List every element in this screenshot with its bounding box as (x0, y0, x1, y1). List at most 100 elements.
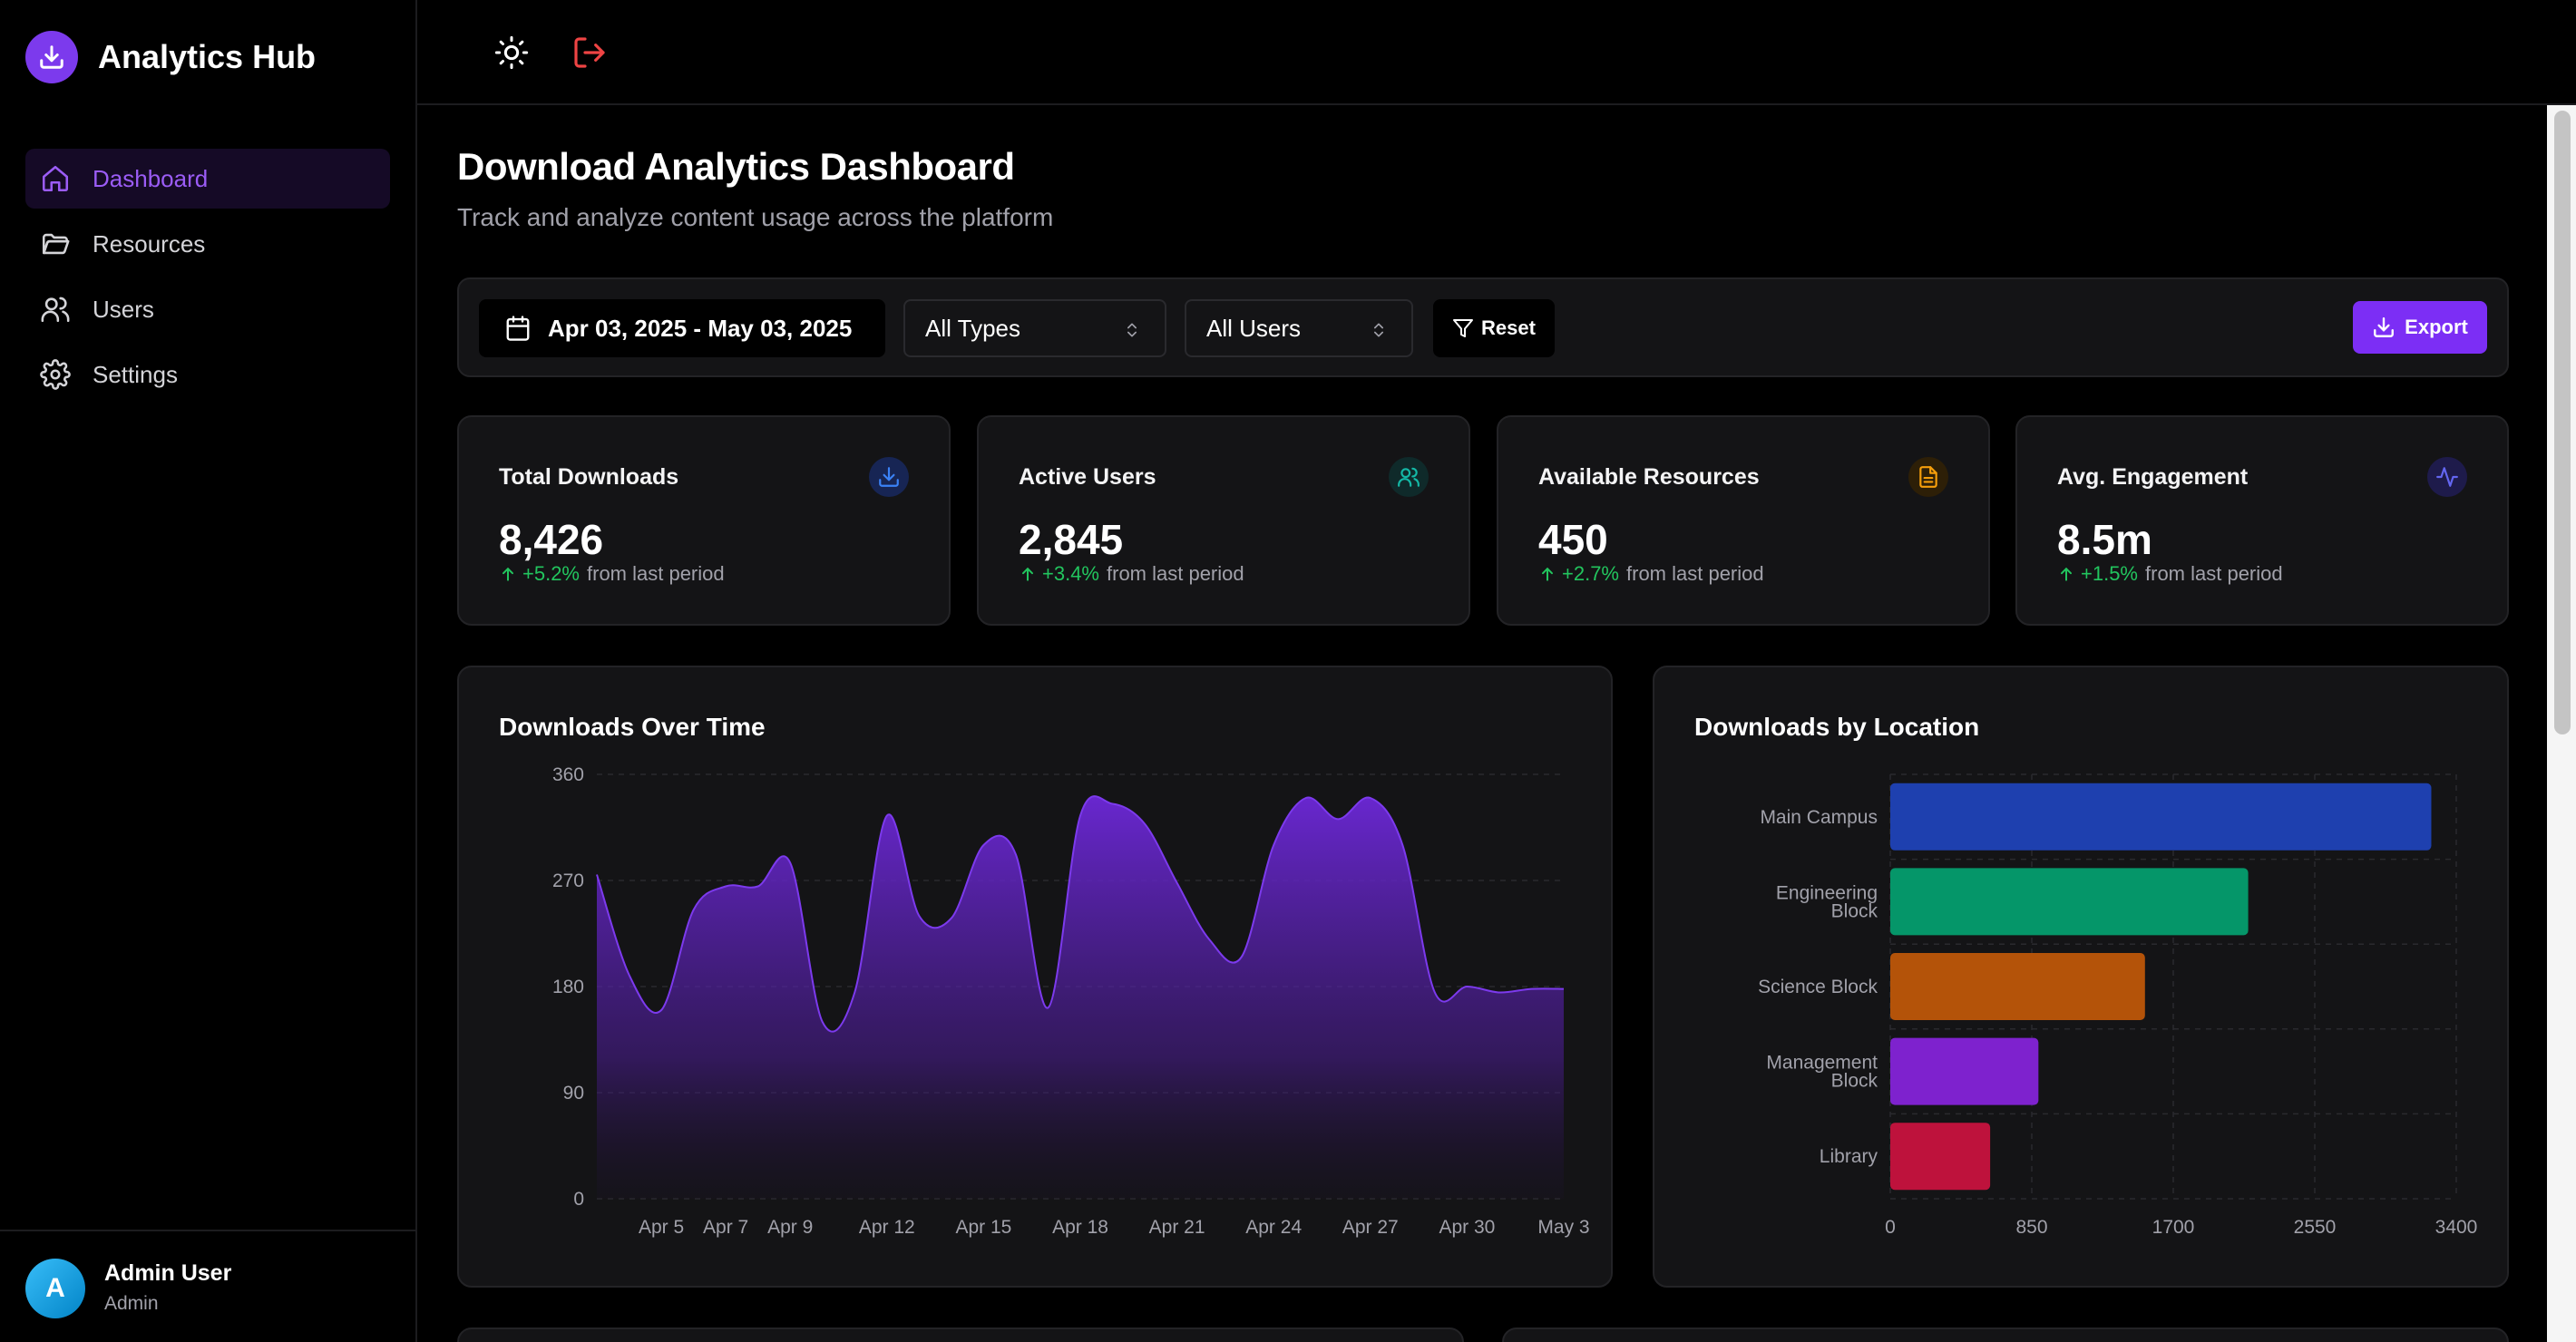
data-point[interactable] (852, 990, 857, 996)
sidebar-item-dashboard[interactable]: Dashboard (25, 149, 390, 209)
type-select-value: All Types (925, 314, 1021, 342)
data-point[interactable] (1078, 813, 1083, 819)
sidebar-item-label: Dashboard (93, 164, 209, 192)
downloads-by-location-card: Downloads by Location 0 850 1700 2550 3400 Ma… (1653, 666, 2509, 1288)
logout-icon[interactable] (571, 34, 608, 71)
app-title: Analytics Hub (98, 38, 317, 75)
sidebar-item-label: Resources (93, 229, 206, 258)
data-point[interactable] (1045, 1005, 1050, 1010)
data-point[interactable] (1400, 842, 1405, 848)
data-point[interactable] (723, 884, 728, 890)
stat-card-total-downloads: Total Downloads 8,426 +5.2% from last pe… (457, 415, 951, 626)
data-point[interactable] (1110, 802, 1116, 807)
y-tick-label: Science Block (1758, 977, 1878, 997)
stat-label: Available Resources (1538, 464, 1760, 490)
bar[interactable] (1890, 953, 2145, 1020)
scrollbar-thumb[interactable] (2554, 111, 2571, 734)
data-point[interactable] (1464, 984, 1469, 989)
data-point[interactable] (916, 913, 922, 919)
data-point[interactable] (1528, 987, 1534, 992)
stat-card-available-resources: Available Resources 450 +2.7% from last … (1497, 415, 1990, 626)
sidebar-item-label: Users (93, 295, 154, 323)
x-tick-label: 850 (2015, 1217, 2047, 1238)
reset-label: Reset (1481, 316, 1536, 339)
user-select[interactable]: All Users (1185, 299, 1413, 357)
data-point[interactable] (1303, 795, 1309, 801)
bar[interactable] (1890, 1037, 2039, 1105)
bar[interactable] (1890, 868, 2249, 936)
y-tick-label: 0 (573, 1189, 584, 1210)
stat-change-value: +2.7% (1562, 562, 1619, 585)
y-tick-label: Engineering Block (1776, 882, 1878, 921)
data-point[interactable] (756, 884, 761, 890)
data-point[interactable] (691, 908, 697, 913)
x-tick-label: Apr 12 (859, 1217, 915, 1238)
sidebar-item-label: Settings (93, 360, 178, 388)
type-select[interactable]: All Types (903, 299, 1166, 357)
data-point[interactable] (1335, 816, 1341, 822)
stat-change-suffix: from last period (587, 562, 725, 585)
user-profile[interactable]: A Admin User Admin (0, 1230, 415, 1342)
area-chart: 0 90 180 270 360 Apr 5 Apr 7 Apr 9 Apr 12 Apr 15 A… (552, 764, 1590, 1238)
user-name: Admin User (104, 1260, 232, 1286)
filter-icon (1453, 319, 1474, 337)
stat-label: Active Users (1019, 464, 1156, 490)
file-icon (1908, 457, 1948, 497)
data-point[interactable] (884, 813, 890, 819)
stat-change-suffix: from last period (1107, 562, 1244, 585)
data-point[interactable] (1239, 955, 1244, 960)
data-point[interactable] (1561, 987, 1566, 992)
stat-card-active-users: Active Users 2,845 +3.4% from last perio… (977, 415, 1470, 626)
stat-value: 450 (1538, 516, 1608, 563)
download-logo-icon (25, 31, 78, 83)
data-point[interactable] (1142, 822, 1147, 827)
sun-icon[interactable] (493, 34, 530, 71)
arrow-up-icon (503, 568, 513, 581)
data-point[interactable] (1206, 937, 1212, 942)
avatar[interactable]: A (25, 1259, 85, 1318)
bar[interactable] (1890, 783, 2432, 851)
data-point[interactable] (1013, 851, 1019, 857)
stat-change: +1.5% from last period (2057, 562, 2283, 586)
bar[interactable] (1890, 1123, 1991, 1191)
x-tick-label: Apr 30 (1439, 1217, 1495, 1238)
sidebar-item-resources[interactable]: Resources (25, 214, 390, 274)
sidebar-nav: Dashboard Resources Users Settings (25, 149, 390, 410)
stat-card-avg-engagement: Avg. Engagement 8.5m +1.5% from last per… (2015, 415, 2509, 626)
data-point[interactable] (1368, 795, 1373, 801)
x-tick-label: Apr 7 (703, 1217, 748, 1238)
stat-value: 8.5m (2057, 516, 2152, 563)
data-point[interactable] (627, 972, 632, 977)
topbar (417, 0, 2576, 105)
date-range-picker[interactable]: Apr 03, 2025 - May 03, 2025 (479, 299, 885, 357)
data-point[interactable] (1271, 842, 1276, 848)
data-point[interactable] (1175, 880, 1180, 886)
data-point[interactable] (1432, 990, 1438, 996)
stat-change: +5.2% from last period (499, 562, 725, 586)
data-point[interactable] (981, 842, 986, 848)
stat-label: Avg. Engagement (2057, 464, 2249, 490)
data-point[interactable] (787, 861, 793, 866)
gear-icon (40, 359, 71, 390)
download-icon (869, 457, 909, 497)
reset-button[interactable]: Reset (1433, 299, 1555, 357)
bar-chart: 0 850 1700 2550 3400 Main Campus Engineering Bl… (1758, 773, 2477, 1238)
data-point[interactable] (594, 872, 600, 878)
y-tick-label: 270 (552, 870, 584, 891)
users-icon (1389, 457, 1429, 497)
stat-value: 8,426 (499, 516, 604, 563)
sidebar-item-settings[interactable]: Settings (25, 345, 390, 404)
data-point[interactable] (820, 1019, 825, 1025)
sidebar-item-users[interactable]: Users (25, 279, 390, 339)
data-point[interactable] (949, 916, 954, 921)
download-icon (2374, 317, 2395, 337)
data-point[interactable] (659, 1007, 664, 1013)
export-button[interactable]: Export (2353, 301, 2487, 354)
stat-value: 2,845 (1019, 516, 1124, 563)
folder-icon (42, 233, 70, 255)
data-point[interactable] (1497, 990, 1502, 996)
brand[interactable]: Analytics Hub (25, 31, 316, 83)
y-tick-label: Management Block (1766, 1053, 1878, 1092)
users-icon (41, 297, 70, 323)
user-select-value: All Users (1206, 314, 1302, 342)
